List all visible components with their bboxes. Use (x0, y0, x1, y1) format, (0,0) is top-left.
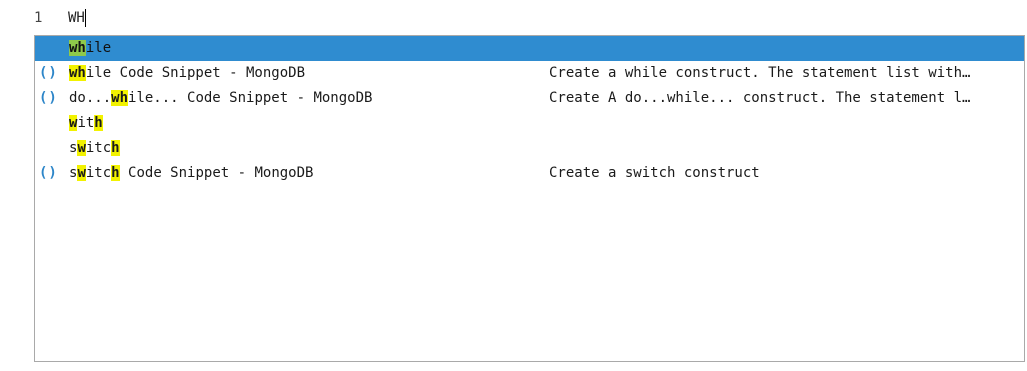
code-editor[interactable]: 1 WH while () while Code Snippet - Mongo… (0, 0, 1027, 371)
match-highlight: wh (69, 65, 86, 81)
match-highlight: h (111, 140, 120, 156)
suggestion-label: do...while... Code Snippet - MongoDB (69, 90, 373, 106)
suggestion-description: Create a while construct. The statement … (549, 65, 971, 81)
suggestion-description: Create A do...while... construct. The st… (549, 90, 971, 106)
match-highlight: h (94, 115, 103, 131)
snippet-icon: () (39, 90, 58, 106)
suggestion-label: with (69, 115, 103, 131)
typed-text: WH (68, 10, 85, 26)
suggestion-item[interactable]: () do...while... Code Snippet - MongoDB … (35, 86, 1024, 111)
suggestion-item[interactable]: () switch Code Snippet - MongoDB Create … (35, 161, 1024, 186)
match-highlight: wh (69, 40, 86, 56)
match-highlight: w (77, 165, 86, 181)
match-highlight: w (77, 140, 86, 156)
snippet-icon: () (39, 165, 58, 181)
suggestion-label: while Code Snippet - MongoDB (69, 65, 306, 81)
suggestion-item[interactable]: while (35, 36, 1024, 61)
text-cursor (84, 9, 86, 27)
suggestion-label: switch (69, 140, 120, 156)
snippet-icon: () (39, 65, 58, 81)
suggestion-item[interactable]: with (35, 111, 1024, 136)
suggestion-label: switch Code Snippet - MongoDB (69, 165, 314, 181)
suggestion-label: while (69, 40, 112, 56)
autocomplete-popup: while () while Code Snippet - MongoDB Cr… (34, 35, 1025, 362)
match-highlight: h (111, 165, 120, 181)
suggestion-item[interactable]: () while Code Snippet - MongoDB Create a… (35, 61, 1024, 86)
line-number: 1 (34, 10, 43, 26)
suggestion-description: Create a switch construct (549, 165, 760, 181)
suggestion-item[interactable]: switch (35, 136, 1024, 161)
match-highlight: wh (111, 90, 129, 106)
code-line[interactable]: WH (68, 9, 86, 27)
